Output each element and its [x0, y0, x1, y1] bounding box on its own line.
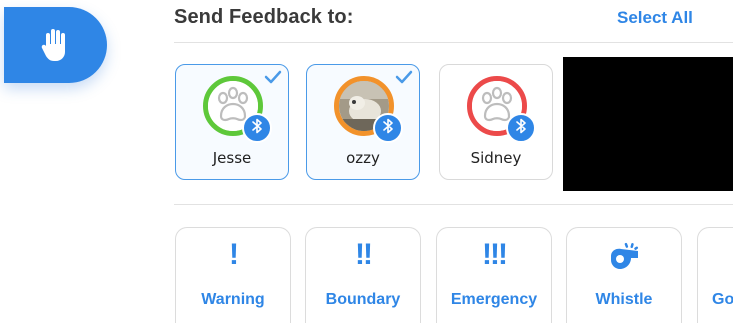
bluetooth-icon [515, 118, 527, 139]
video-preview [563, 57, 733, 191]
action-label: Boundary [325, 291, 401, 308]
bluetooth-badge [242, 113, 272, 143]
bluetooth-badge [373, 113, 403, 143]
warning-button[interactable]: ! Warning [175, 227, 291, 323]
go-button[interactable]: Go [697, 227, 733, 323]
bluetooth-badge [506, 113, 536, 143]
action-label: Whistle [595, 291, 653, 308]
whistle-button[interactable]: Whistle [566, 227, 682, 323]
action-label: Go [712, 291, 733, 308]
hand-icon [41, 28, 71, 62]
divider [174, 42, 733, 43]
pet-name: ozzy [346, 149, 380, 167]
triple-exclamation-icon: !!! [482, 238, 508, 271]
pet-name: Jesse [212, 149, 252, 167]
action-label: Warning [201, 291, 265, 308]
pet-card-ozzy[interactable]: ozzy [306, 64, 420, 180]
checkmark-icon [395, 70, 413, 89]
action-label: Emergency [450, 291, 538, 308]
pet-card-sidney[interactable]: Sidney [439, 64, 553, 180]
boundary-button[interactable]: !! Boundary [305, 227, 421, 323]
hand-tab-button[interactable] [4, 7, 107, 83]
double-exclamation-icon: !! [355, 238, 373, 271]
bluetooth-icon [251, 118, 263, 139]
single-exclamation-icon: ! [229, 238, 239, 271]
emergency-button[interactable]: !!! Emergency [436, 227, 552, 323]
feedback-panel: Send Feedback to: Select All Jesse ozzy … [0, 0, 733, 323]
select-all-button[interactable]: Select All [617, 8, 693, 28]
bluetooth-icon [382, 118, 394, 139]
page-title: Send Feedback to: [174, 6, 354, 28]
pet-card-jesse[interactable]: Jesse [175, 64, 289, 180]
whistle-icon [567, 242, 681, 272]
checkmark-icon [264, 70, 282, 89]
pet-name: Sidney [470, 149, 522, 167]
divider [174, 204, 733, 205]
